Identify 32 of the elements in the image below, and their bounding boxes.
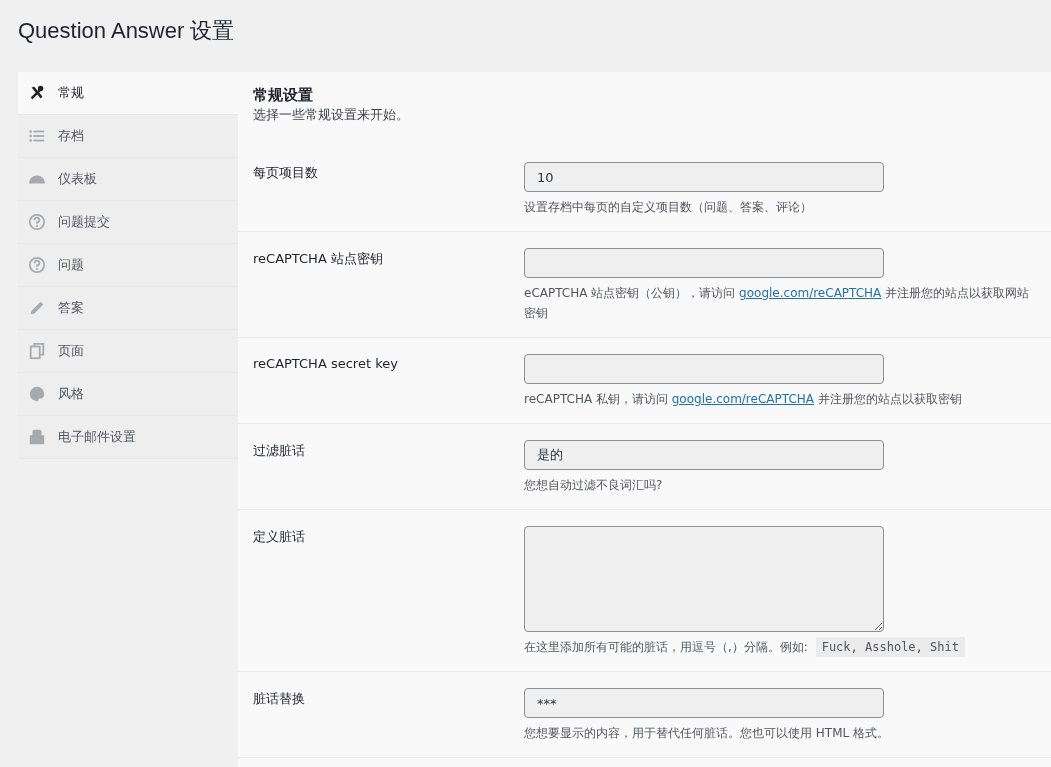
sidebar-item[interactable]: 电子邮件设置	[18, 416, 238, 459]
input-field[interactable]: 10	[524, 162, 884, 192]
setting-label: 定义脏话	[253, 528, 306, 546]
setting-description: eCAPTCHA 站点密钥（公钥），请访问 google.com/reCAPTCHA 并注册您的站点以获取网站密钥	[524, 285, 1031, 322]
question-icon	[28, 213, 46, 231]
setting-description: 您想要显示的内容，用于替代任何脏话。您也可以使用 HTML 格式。	[524, 725, 891, 742]
text-area[interactable]	[524, 526, 884, 632]
setting-description: 在这里添加所有可能的脏话，用逗号（,）分隔。例如: Fuck, Asshole, Shit	[524, 637, 1036, 657]
input-field[interactable]	[524, 354, 884, 384]
setting-label: 脏话替换	[253, 690, 306, 708]
section-title: 常规设置	[253, 86, 314, 105]
list-icon	[28, 127, 46, 145]
setting-description: 您想自动过滤不良词汇吗?	[524, 477, 664, 494]
page-title: Question Answer 设置	[17, 17, 236, 45]
pencil-icon	[28, 299, 46, 317]
setting-description: 设置存档中每页的自定义项目数（问题、答案、评论）	[524, 199, 813, 216]
setting-label: reCAPTCHA secret key	[253, 355, 399, 373]
question-icon	[28, 256, 46, 274]
setting-label: 每页项目数	[253, 164, 319, 182]
tools-icon	[28, 84, 46, 102]
section-subtitle: 选择一些常规设置来开始。	[253, 107, 410, 124]
sidebar-item[interactable]: 常规	[18, 72, 238, 115]
input-field[interactable]	[524, 248, 884, 278]
setting-label: 过滤脏话	[253, 442, 306, 460]
link[interactable]: google.com/reCAPTCHA	[739, 286, 882, 300]
input-field[interactable]: 是的	[524, 440, 884, 470]
code-sample: Fuck, Asshole, Shit	[815, 637, 965, 657]
input-field[interactable]: ***	[524, 688, 884, 718]
pages-icon	[28, 342, 46, 360]
setting-description: reCAPTCHA 私钥，请访问 google.com/reCAPTCHA 并注册您的站点以获取密钥	[524, 391, 963, 408]
link[interactable]: google.com/reCAPTCHA	[671, 392, 814, 406]
setting-label: reCAPTCHA 站点密钥	[253, 250, 384, 268]
